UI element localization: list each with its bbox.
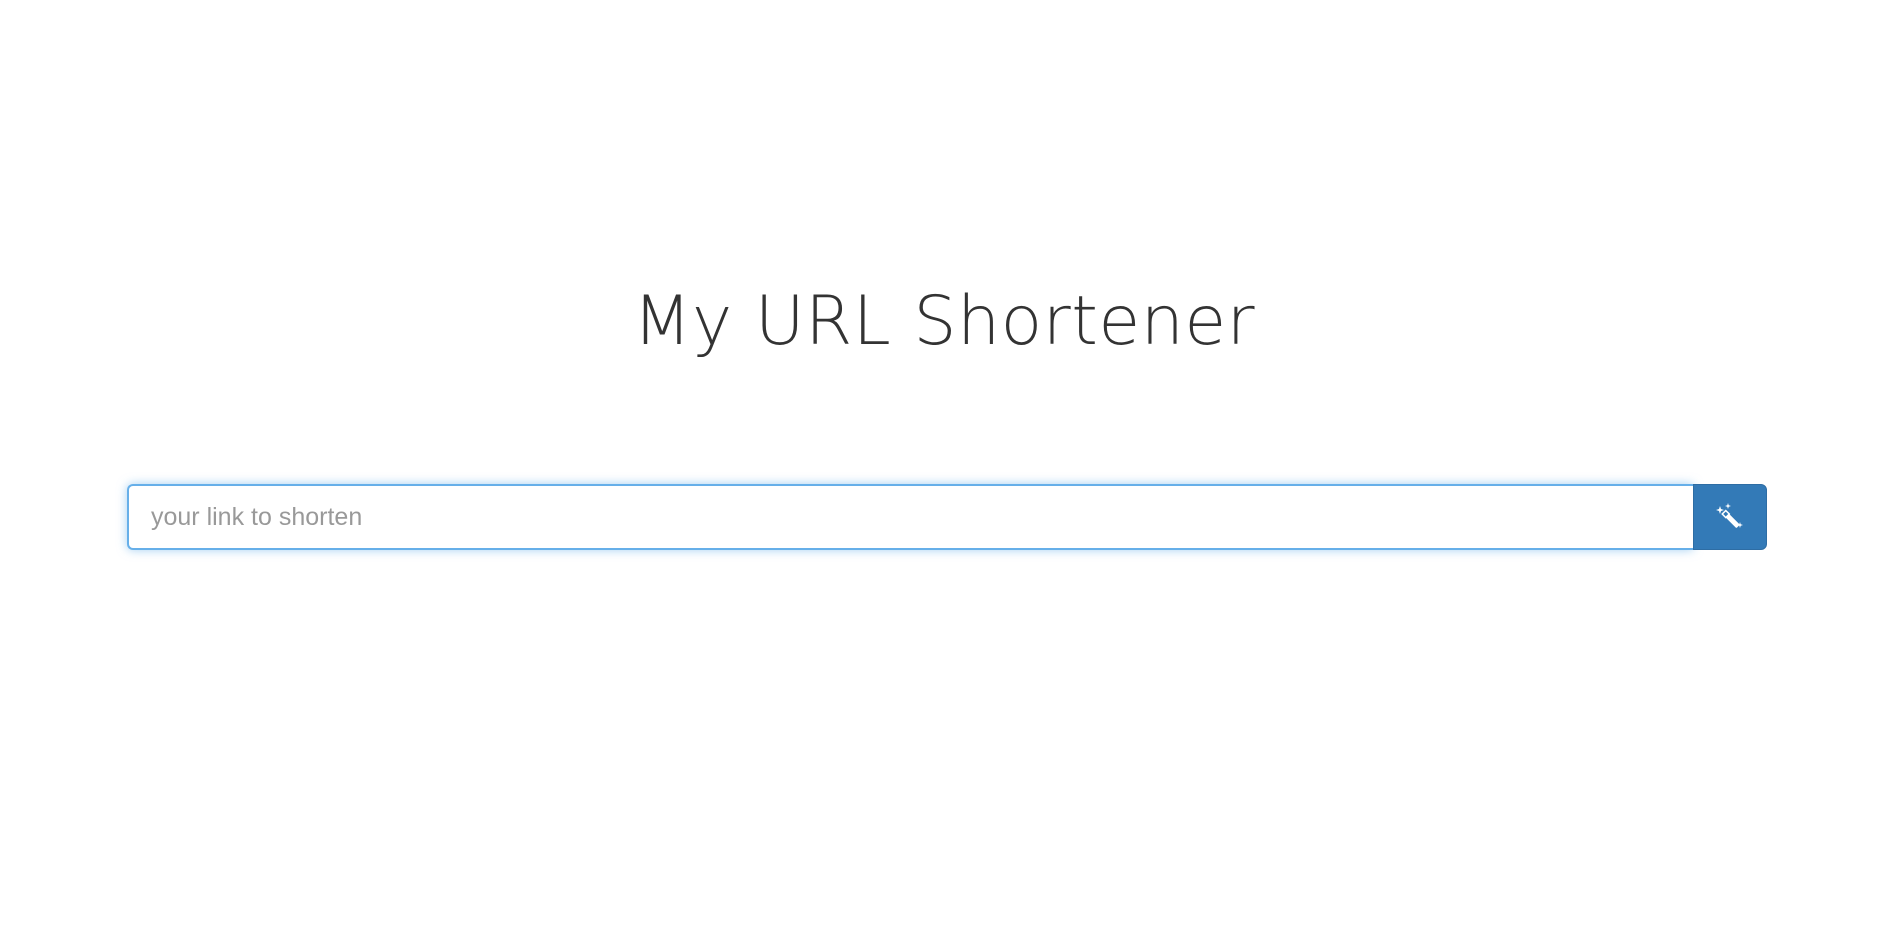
page-title: My URL Shortener — [632, 282, 1256, 361]
url-input[interactable] — [127, 484, 1693, 550]
page: My URL Shortener — [0, 0, 1888, 946]
shorten-form — [127, 484, 1767, 550]
magic-wand-icon — [1715, 502, 1745, 532]
shorten-button[interactable] — [1693, 484, 1767, 550]
